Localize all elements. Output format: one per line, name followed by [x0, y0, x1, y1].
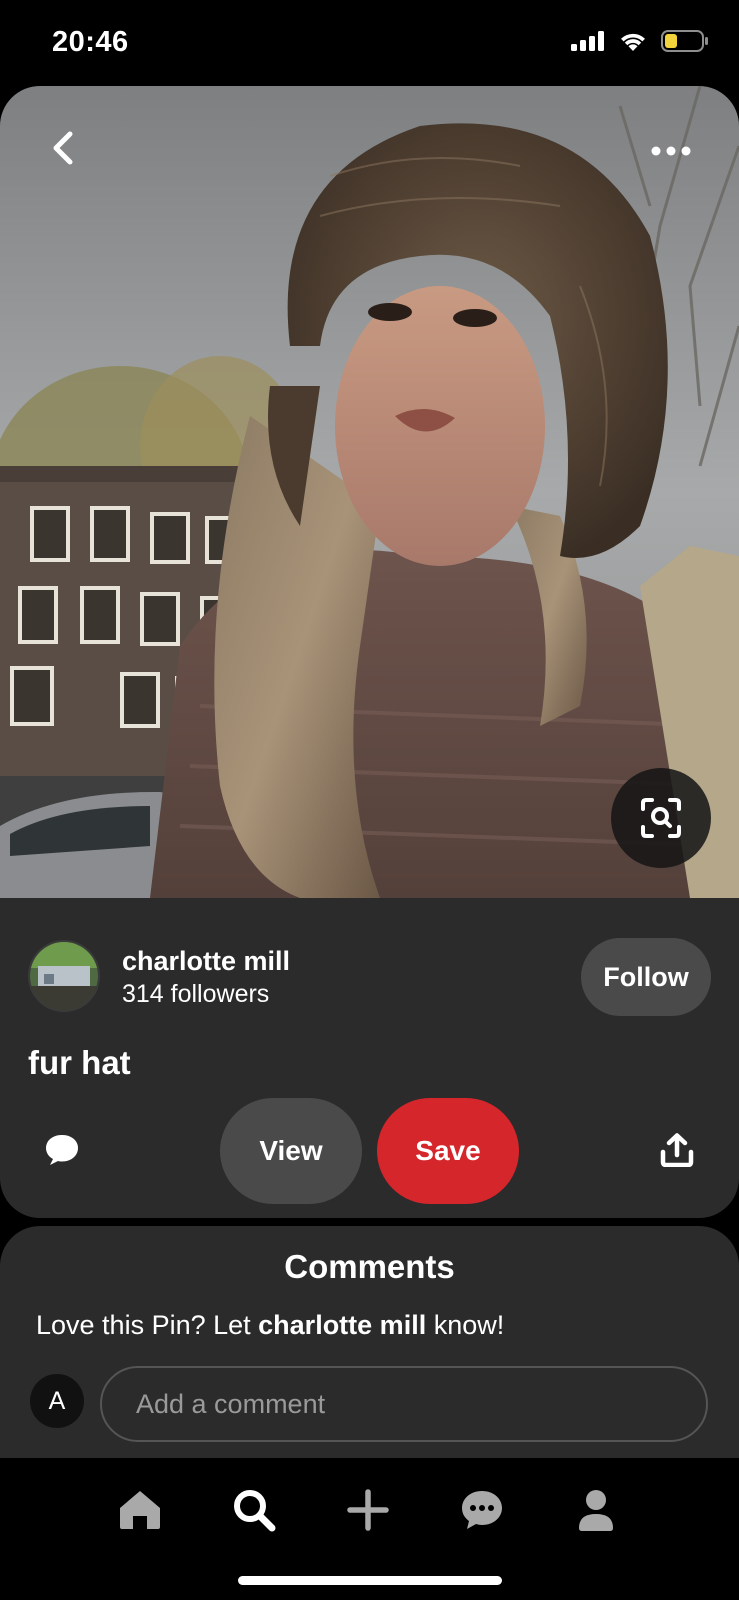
comments-prompt-prefix: Love this Pin? Let [36, 1310, 259, 1340]
more-options-button[interactable] [643, 136, 699, 166]
action-row: View Save [0, 1098, 739, 1204]
share-upload-icon [660, 1133, 694, 1167]
comments-prompt: Love this Pin? Let charlotte mill know! [36, 1310, 504, 1341]
comments-prompt-name: charlotte mill [258, 1310, 427, 1340]
chat-icon [462, 1491, 502, 1529]
battery-icon [661, 30, 708, 52]
creator-name[interactable]: charlotte mill [122, 946, 290, 977]
speech-bubble-icon [46, 1135, 78, 1165]
comments-title: Comments [284, 1248, 455, 1285]
comments-prompt-suffix: know! [426, 1310, 505, 1340]
plus-icon [347, 1489, 389, 1531]
nav-profile[interactable] [566, 1480, 626, 1540]
save-button[interactable]: Save [377, 1098, 519, 1204]
profile-icon [579, 1490, 613, 1531]
visual-search-icon [641, 798, 681, 838]
comments-card: Comments Love this Pin? Let charlotte mi… [0, 1226, 739, 1458]
more-dots-icon [651, 146, 691, 156]
back-button[interactable] [40, 126, 84, 170]
view-button[interactable]: View [220, 1098, 362, 1204]
user-avatar[interactable]: A [30, 1374, 84, 1428]
add-comment-input[interactable] [100, 1366, 708, 1442]
share-button[interactable] [655, 1126, 699, 1174]
creator-row: charlotte mill 314 followers Follow [28, 938, 711, 1016]
bottom-nav [0, 1458, 739, 1600]
wifi-icon [621, 33, 645, 51]
home-indicator [238, 1576, 502, 1585]
comment-button[interactable] [40, 1128, 84, 1172]
search-icon [234, 1490, 276, 1532]
status-icons [571, 30, 709, 52]
pin-card: charlotte mill 314 followers Follow fur … [0, 86, 739, 1218]
status-time: 20:46 [52, 26, 129, 58]
creator-avatar[interactable] [28, 940, 100, 1012]
pin-image[interactable] [0, 86, 739, 898]
cellular-signal-icon [571, 31, 604, 51]
pin-title: fur hat [28, 1044, 131, 1081]
nav-home[interactable] [110, 1480, 170, 1540]
nav-messages[interactable] [452, 1480, 512, 1540]
follow-button[interactable]: Follow [581, 938, 711, 1016]
visual-search-button[interactable] [611, 768, 711, 868]
home-icon [120, 1491, 160, 1529]
creator-followers: 314 followers [122, 980, 270, 1008]
nav-create[interactable] [338, 1480, 398, 1540]
status-bar: 20:46 [0, 0, 739, 86]
nav-search[interactable] [224, 1480, 284, 1540]
chevron-left-icon [53, 131, 73, 165]
